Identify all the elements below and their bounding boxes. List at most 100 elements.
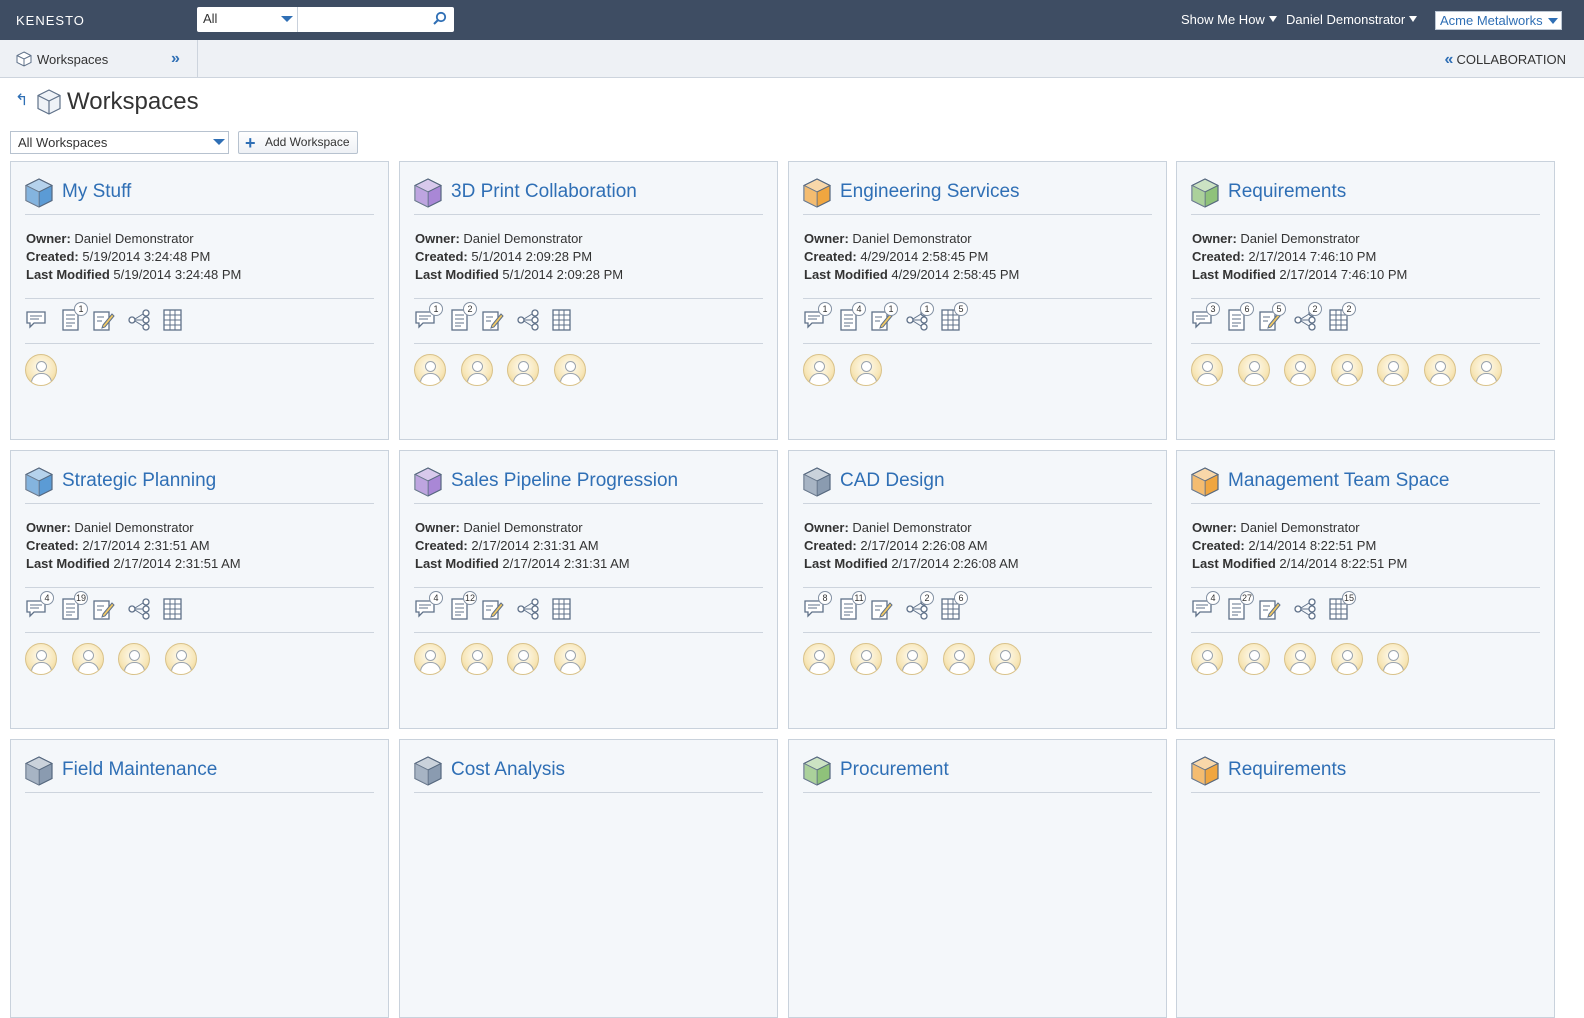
discussion-icon[interactable]: 4 [25,591,54,621]
tasks-icon[interactable] [1257,597,1281,621]
workspace-title[interactable]: Requirements [1228,181,1346,203]
discussion-icon[interactable]: 3 [1191,302,1220,332]
avatar[interactable] [25,643,57,675]
workspace-title[interactable]: Management Team Space [1228,470,1449,492]
workspace-title[interactable]: CAD Design [840,470,945,492]
workspace-title[interactable]: Procurement [840,759,949,781]
workspace-title[interactable]: Strategic Planning [62,470,216,492]
avatar[interactable] [164,643,197,675]
documents-icon[interactable]: 1 [59,302,88,332]
spreadsheet-icon[interactable] [550,597,574,621]
workspace-title[interactable]: Requirements [1228,759,1346,781]
spreadsheet-icon[interactable]: 15 [1327,591,1356,621]
tasks-icon[interactable] [91,597,115,621]
discussion-icon[interactable]: 1 [414,302,443,332]
documents-icon[interactable]: 19 [59,591,88,621]
tenant-dropdown[interactable]: Acme Metalworks [1435,11,1562,30]
documents-icon[interactable]: 27 [1225,591,1254,621]
avatar[interactable] [118,643,150,675]
workflow-icon[interactable] [127,308,151,332]
workspace-card[interactable]: Procurement [788,739,1167,1018]
documents-icon[interactable]: 6 [1225,302,1254,332]
avatar[interactable] [896,643,928,675]
documents-icon[interactable]: 11 [837,591,866,621]
avatar[interactable] [989,643,1021,675]
user-menu[interactable]: Daniel Demonstrator [1286,12,1418,27]
workflow-icon[interactable] [516,308,540,332]
documents-icon[interactable]: 12 [448,591,477,621]
spreadsheet-icon[interactable]: 6 [939,591,968,621]
avatar[interactable] [803,643,835,675]
search-icon[interactable] [432,11,448,27]
workflow-icon[interactable] [1293,597,1317,621]
workflow-icon[interactable]: 2 [905,591,934,621]
avatar[interactable] [1191,354,1223,386]
discussion-icon[interactable]: 4 [1191,591,1220,621]
avatar[interactable] [1237,354,1270,386]
documents-icon[interactable]: 2 [448,302,477,332]
workspace-card[interactable]: Engineering Services Owner: Daniel Demons… [788,161,1167,440]
avatar[interactable] [1377,354,1409,386]
avatar[interactable] [71,643,104,675]
avatar[interactable] [1237,643,1270,675]
avatar[interactable] [414,354,446,386]
tasks-icon[interactable]: 5 [1257,302,1286,332]
workspace-title[interactable]: Sales Pipeline Progression [451,470,678,492]
workflow-icon[interactable] [127,597,151,621]
avatar[interactable] [553,643,586,675]
avatar[interactable] [1284,643,1316,675]
avatar[interactable] [1423,354,1456,386]
workspace-card[interactable]: 3D Print Collaboration Owner: Daniel Demo… [399,161,778,440]
tasks-icon[interactable]: 1 [869,302,898,332]
discussion-icon[interactable]: 8 [803,591,832,621]
avatar[interactable] [507,354,539,386]
workspace-title[interactable]: Engineering Services [840,181,1020,203]
workspace-card[interactable]: Requirements [1176,739,1555,1018]
workspace-card[interactable]: My Stuff Owner: Daniel Demonstrator Create… [10,161,389,440]
spreadsheet-icon[interactable]: 5 [939,302,968,332]
avatar[interactable] [942,643,975,675]
discussion-icon[interactable]: 1 [803,302,832,332]
avatar[interactable] [849,354,882,386]
avatar[interactable] [1470,354,1502,386]
avatar[interactable] [553,354,586,386]
tasks-icon[interactable] [91,308,115,332]
avatar[interactable] [414,643,446,675]
workspace-card[interactable]: Field Maintenance [10,739,389,1018]
spreadsheet-icon[interactable]: 2 [1327,302,1356,332]
avatar[interactable] [1330,643,1363,675]
tasks-icon[interactable] [869,597,893,621]
workflow-icon[interactable]: 1 [905,302,934,332]
workspace-card[interactable]: Management Team Space Owner: Daniel Demon… [1176,450,1555,729]
avatar[interactable] [1330,354,1363,386]
expand-panel-icon[interactable]: » [171,50,180,68]
avatar[interactable] [803,354,835,386]
spreadsheet-icon[interactable] [161,597,185,621]
kenesto-logo[interactable]: KENESTO [16,13,85,28]
avatar[interactable] [25,354,57,386]
tasks-icon[interactable] [480,597,504,621]
workspace-title[interactable]: Field Maintenance [62,759,217,781]
search-input[interactable] [299,9,429,30]
workspace-title[interactable]: Cost Analysis [451,759,565,781]
add-workspace-button[interactable]: + Add Workspace [238,131,358,154]
avatar[interactable] [1377,643,1409,675]
documents-icon[interactable]: 4 [837,302,866,332]
workspace-card[interactable]: Requirements Owner: Daniel Demonstrator Cr… [1176,161,1555,440]
workspace-filter-dropdown[interactable]: All Workspaces [10,131,229,154]
workspace-title[interactable]: 3D Print Collaboration [451,181,637,203]
collaboration-toggle[interactable]: «COLLABORATION [1445,51,1566,69]
search-scope-dropdown[interactable]: All [197,7,298,32]
workspace-title[interactable]: My Stuff [62,181,131,203]
avatar[interactable] [1284,354,1316,386]
workspaces-nav[interactable]: Workspaces » [0,40,198,78]
back-arrow-icon[interactable]: ↰ [15,90,28,110]
tasks-icon[interactable] [480,308,504,332]
workflow-icon[interactable]: 2 [1293,302,1322,332]
avatar[interactable] [507,643,539,675]
avatar[interactable] [1191,643,1223,675]
avatar[interactable] [460,354,493,386]
show-me-how-menu[interactable]: Show Me How [1181,12,1277,27]
avatar[interactable] [460,643,493,675]
workspace-card[interactable]: Strategic Planning Owner: Daniel Demonstr… [10,450,389,729]
